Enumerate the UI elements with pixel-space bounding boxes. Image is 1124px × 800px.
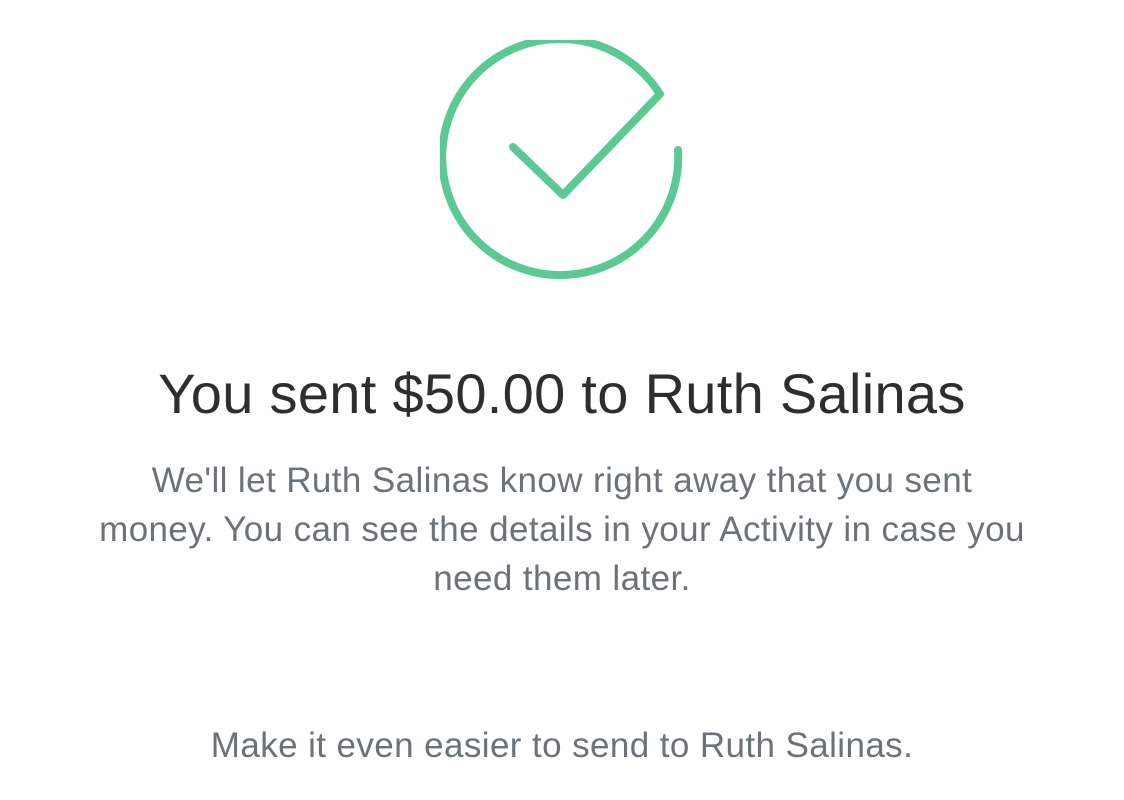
checkmark-circle-icon	[440, 40, 685, 285]
confirmation-message: We'll let Ruth Salinas know right away t…	[99, 461, 1025, 598]
confirmation-title: You sent $50.00 to Ruth Salinas	[158, 362, 966, 425]
make-it-easier-link[interactable]: Make it even easier to send to Ruth Sali…	[0, 722, 1124, 770]
send-confirmation-screen: You sent $50.00 to Ruth Salinas We'll le…	[0, 0, 1124, 800]
